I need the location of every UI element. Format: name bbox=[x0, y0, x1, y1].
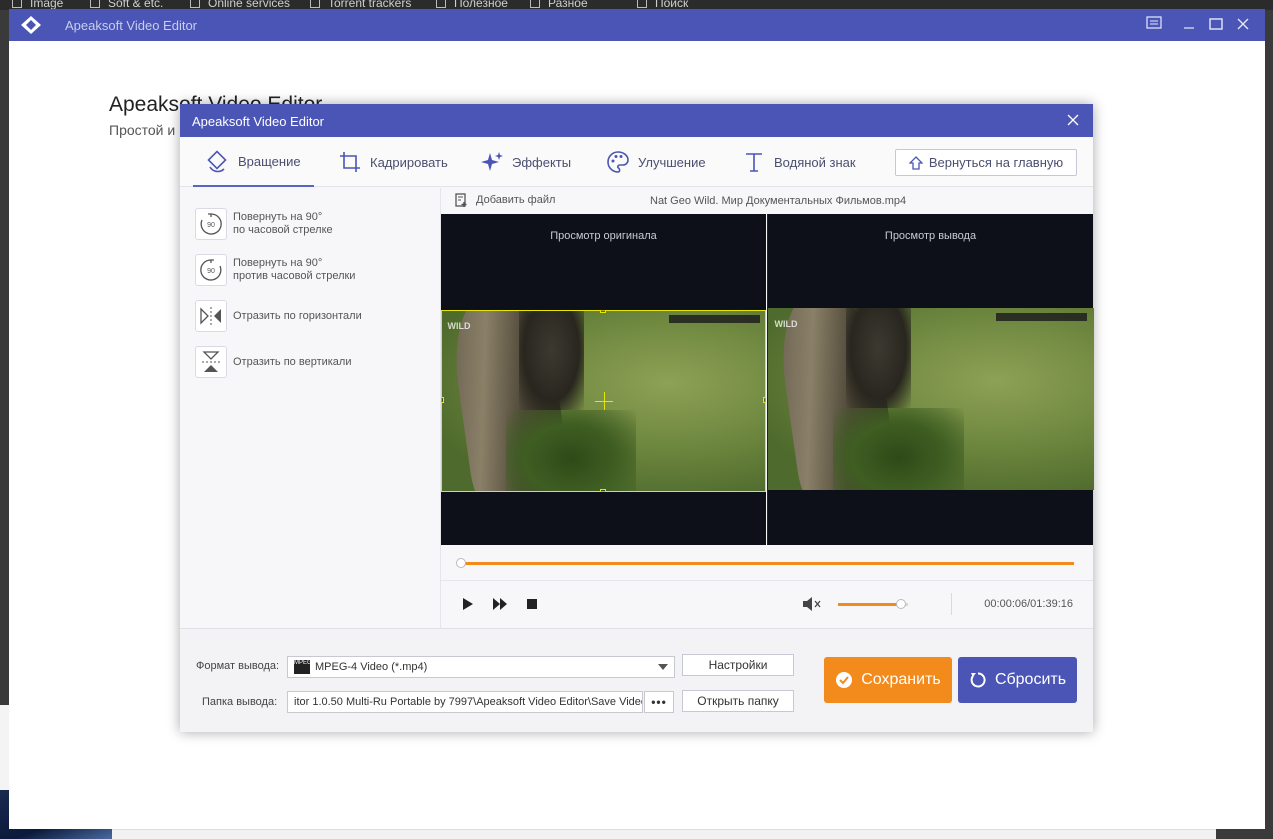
maximize-icon[interactable] bbox=[1206, 15, 1226, 35]
playback-controls: 00:00:06/01:39:16 bbox=[441, 581, 1093, 628]
volume-mute-icon[interactable] bbox=[801, 595, 823, 613]
tab-enhance[interactable]: Улучшение bbox=[606, 137, 706, 187]
back-to-home-button[interactable]: Вернуться на главную bbox=[895, 149, 1077, 176]
crop-handle-left[interactable] bbox=[441, 397, 444, 403]
output-folder-field[interactable]: itor 1.0.50 Multi-Ru Portable by 7997\Ap… bbox=[287, 691, 643, 713]
tab-watermark[interactable]: Водяной знак bbox=[742, 137, 856, 187]
flip-horizontal-label: Отразить по горизонтали bbox=[233, 309, 362, 322]
main-titlebar: Apeaksoft Video Editor bbox=[9, 9, 1265, 41]
tab-crop[interactable]: Кадрировать bbox=[338, 137, 448, 187]
rotate-ccw-icon: 90 bbox=[195, 254, 227, 286]
rotate-dialog: Apeaksoft Video Editor Вращение Кадриров… bbox=[180, 104, 1094, 732]
original-preview-label: Просмотр оригинала bbox=[550, 230, 657, 242]
output-preview: Просмотр вывода WILD bbox=[767, 214, 1094, 545]
play-icon[interactable] bbox=[459, 595, 477, 613]
rotate-counterclockwise-tool[interactable]: 90 Повернуть на 90° против часовой стрел… bbox=[195, 254, 355, 286]
rotate-clockwise-label: Повернуть на 90° по часовой стрелке bbox=[233, 211, 333, 236]
output-video-frame: WILD bbox=[768, 308, 1094, 490]
svg-text:90: 90 bbox=[207, 222, 215, 229]
original-preview: Просмотр оригинала WILD bbox=[441, 214, 766, 545]
crop-handle-bottom[interactable] bbox=[600, 489, 606, 492]
app-logo-icon bbox=[21, 16, 41, 34]
crosshair-vertical bbox=[603, 392, 605, 410]
menu-icon[interactable] bbox=[1144, 15, 1164, 35]
tab-rotate[interactable]: Вращение bbox=[193, 137, 314, 187]
rotate-icon bbox=[207, 150, 227, 173]
tab-rotate-label: Вращение bbox=[238, 153, 301, 169]
home-arrow-icon bbox=[908, 155, 923, 170]
add-file-icon bbox=[455, 193, 467, 207]
browse-folder-button[interactable]: ••• bbox=[644, 691, 674, 713]
output-settings-panel: Формат вывода: MPEG 4 MPEG-4 Video (*.mp… bbox=[180, 628, 1093, 732]
rotate-counterclockwise-label: Повернуть на 90° против часовой стрелки bbox=[233, 257, 356, 282]
minimize-icon[interactable] bbox=[1179, 15, 1199, 35]
tab-effects[interactable]: Эффекты bbox=[480, 137, 571, 187]
output-format-value: MPEG-4 Video (*.mp4) bbox=[315, 661, 428, 673]
save-button-label: Сохранить bbox=[861, 671, 941, 688]
main-subheading: Простой и bbox=[109, 122, 176, 138]
open-folder-button[interactable]: Открыть папку bbox=[682, 690, 794, 712]
svg-text:90: 90 bbox=[207, 268, 215, 275]
save-button[interactable]: Сохранить bbox=[824, 657, 952, 703]
fast-forward-icon[interactable] bbox=[491, 595, 509, 613]
output-folder-label: Папка вывода: bbox=[202, 696, 278, 708]
crop-handle-right[interactable] bbox=[763, 397, 766, 403]
chevron-down-icon bbox=[658, 664, 668, 670]
controls-divider bbox=[951, 593, 952, 615]
flip-horizontal-tool[interactable]: Отразить по горизонтали bbox=[195, 300, 362, 332]
rotate-tools-panel: 90 Повернуть на 90° по часовой стрелке 9… bbox=[180, 188, 441, 628]
crop-handle-top[interactable] bbox=[600, 310, 606, 313]
tab-enhance-label: Улучшение bbox=[638, 154, 706, 170]
current-file-name: Nat Geo Wild. Мир Документальных Фильмов… bbox=[650, 195, 907, 207]
flip-vertical-label: Отразить по вертикали bbox=[233, 355, 352, 368]
output-format-select[interactable]: MPEG 4 MPEG-4 Video (*.mp4) bbox=[287, 656, 675, 678]
tab-crop-label: Кадрировать bbox=[370, 154, 448, 170]
reset-button[interactable]: Сбросить bbox=[958, 657, 1077, 703]
progress-knob[interactable] bbox=[456, 558, 466, 568]
mpeg4-format-icon: MPEG 4 bbox=[294, 660, 317, 674]
tool-tabs: Вращение Кадрировать Эффекты Улучшение В… bbox=[180, 137, 1093, 187]
dialog-titlebar: Apeaksoft Video Editor bbox=[180, 104, 1093, 137]
text-t-icon bbox=[746, 153, 762, 172]
flip-horizontal-icon bbox=[195, 300, 227, 332]
output-format-label: Формат вывода: bbox=[196, 660, 280, 672]
output-preview-label: Просмотр вывода bbox=[884, 230, 977, 242]
output-corner-badge bbox=[996, 313, 1088, 322]
stop-icon[interactable] bbox=[523, 595, 541, 613]
add-file-button[interactable]: Добавить файл bbox=[455, 193, 555, 207]
main-window-title: Apeaksoft Video Editor bbox=[65, 18, 198, 33]
file-bar: Добавить файл Nat Geo Wild. Мир Документ… bbox=[441, 188, 1093, 214]
check-circle-icon bbox=[836, 672, 853, 688]
back-to-home-label: Вернуться на главную bbox=[928, 155, 1064, 170]
flip-vertical-tool[interactable]: Отразить по вертикали bbox=[195, 346, 351, 378]
tab-effects-label: Эффекты bbox=[512, 154, 572, 170]
volume-slider[interactable] bbox=[838, 599, 908, 609]
flip-vertical-icon bbox=[195, 346, 227, 378]
output-watermark-text: WILD bbox=[774, 318, 798, 329]
crop-icon bbox=[340, 152, 360, 172]
playback-time: 00:00:06/01:39:16 bbox=[984, 598, 1073, 610]
rotate-clockwise-tool[interactable]: 90 Повернуть на 90° по часовой стрелке bbox=[195, 208, 333, 240]
add-file-label: Добавить файл bbox=[476, 194, 556, 206]
dialog-close-icon[interactable] bbox=[1063, 110, 1083, 130]
close-icon[interactable] bbox=[1233, 15, 1253, 35]
sparkles-icon bbox=[481, 152, 503, 171]
background-window-bottom bbox=[112, 829, 1216, 839]
original-video-frame[interactable]: WILD bbox=[441, 310, 766, 492]
palette-icon bbox=[607, 151, 629, 173]
tab-watermark-label: Водяной знак bbox=[774, 154, 856, 170]
dialog-title: Apeaksoft Video Editor bbox=[192, 114, 325, 129]
progress-fill bbox=[461, 562, 1074, 565]
progress-track[interactable] bbox=[456, 558, 1074, 568]
reset-icon bbox=[970, 672, 986, 688]
progress-area bbox=[441, 545, 1093, 581]
reset-button-label: Сбросить bbox=[994, 671, 1067, 688]
volume-fill bbox=[838, 603, 901, 606]
settings-button[interactable]: Настройки bbox=[682, 654, 794, 676]
rotate-cw-icon: 90 bbox=[195, 208, 227, 240]
volume-knob[interactable] bbox=[896, 599, 906, 609]
